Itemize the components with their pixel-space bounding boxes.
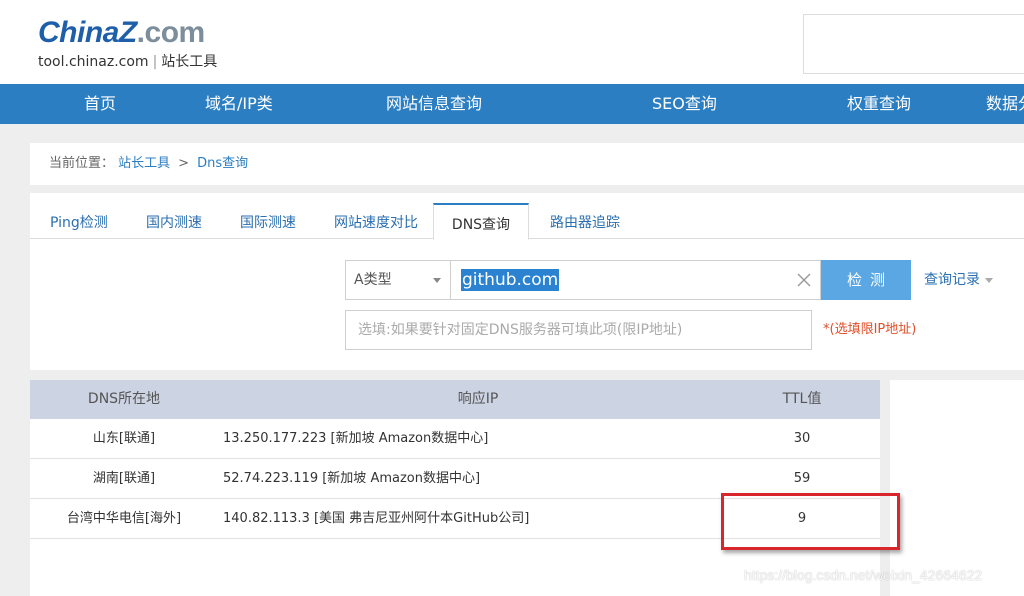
dns-server-note: *(选填限IP地址) xyxy=(823,322,917,337)
tab-ping[interactable]: Ping检测 xyxy=(50,203,108,239)
row-ip: 52.74.223.119 [新加坡 Amazon数据中心] xyxy=(223,471,481,486)
domain-input[interactable]: github.com xyxy=(450,260,821,300)
nav-item-site-info[interactable]: 网站信息查询 xyxy=(386,84,482,124)
logo-subtitle: tool.chinaz.com | 站长工具 xyxy=(38,54,218,70)
tab-domestic-speed[interactable]: 国内测速 xyxy=(146,203,202,239)
row-location: 台湾中华电信[海外] xyxy=(66,511,182,526)
column-header-location: DNS所在地 xyxy=(87,391,161,407)
query-history-label: 查询记录 xyxy=(924,272,980,288)
nav-item-domain-ip[interactable]: 域名/IP类 xyxy=(205,84,273,124)
breadcrumb-arrow: > xyxy=(178,156,190,171)
watermark-text: https://blog.csdn.net/weixin_42664622 xyxy=(744,567,983,583)
tab-speed-compare[interactable]: 网站速度对比 xyxy=(334,203,418,239)
column-header-ip: 响应IP xyxy=(457,391,499,407)
dns-server-input[interactable]: 选填:如果要针对固定DNS服务器可填此项(限IP地址) xyxy=(345,310,812,350)
column-header-ttl: TTL值 xyxy=(782,391,822,407)
results-side-panel xyxy=(890,380,1024,596)
chevron-down-icon xyxy=(985,277,993,283)
clear-icon[interactable] xyxy=(795,271,813,289)
nav-item-data[interactable]: 数据分 xyxy=(986,84,1024,124)
table-row: 山东[联通] 13.250.177.223 [新加坡 Amazon数据中心] 3… xyxy=(30,419,880,459)
check-button[interactable]: 检测 xyxy=(821,260,911,300)
ttl-highlight-annotation xyxy=(721,493,900,550)
breadcrumb-prefix: 当前位置： xyxy=(49,156,115,171)
breadcrumb: 当前位置： 站长工具 > Dns查询 xyxy=(30,143,1024,185)
header-search-box[interactable] xyxy=(803,14,1024,74)
tab-dns[interactable]: DNS查询 xyxy=(433,203,529,240)
row-location: 湖南[联通] xyxy=(92,471,156,486)
query-history-link[interactable]: 查询记录 xyxy=(924,260,993,300)
nav-item-home[interactable]: 首页 xyxy=(84,84,116,124)
nav-item-weight[interactable]: 权重查询 xyxy=(847,84,911,124)
row-ttl: 30 xyxy=(793,431,811,446)
tool-tabs: Ping检测 国内测速 国际测速 网站速度对比 DNS查询 路由器追踪 xyxy=(30,203,1024,240)
tab-international-speed[interactable]: 国际测速 xyxy=(240,203,296,239)
row-ip: 140.82.113.3 [美国 弗吉尼亚州阿什本GitHub公司] xyxy=(223,511,530,526)
row-ip: 13.250.177.223 [新加坡 Amazon数据中心] xyxy=(223,431,489,446)
query-panel: Ping检测 国内测速 国际测速 网站速度对比 DNS查询 路由器追踪 A类型 … xyxy=(30,193,1024,370)
main-nav: 首页 域名/IP类 网站信息查询 SEO查询 权重查询 数据分 xyxy=(0,84,1024,124)
breadcrumb-current-link[interactable]: Dns查询 xyxy=(197,156,248,171)
logo-wordmark: ChinaZ.com xyxy=(38,16,205,49)
record-type-value: A类型 xyxy=(354,272,392,288)
row-location: 山东[联通] xyxy=(92,431,156,446)
table-header: DNS所在地 响应IP TTL值 xyxy=(30,380,880,419)
nav-item-seo[interactable]: SEO查询 xyxy=(652,84,717,124)
chevron-down-icon xyxy=(433,278,441,283)
dns-results-table: DNS所在地 响应IP TTL值 山东[联通] 13.250.177.223 [… xyxy=(30,380,880,596)
site-header: ChinaZ.com tool.chinaz.com | 站长工具 xyxy=(0,0,1024,84)
record-type-select[interactable]: A类型 xyxy=(345,260,450,300)
tab-traceroute[interactable]: 路由器追踪 xyxy=(550,203,620,239)
breadcrumb-home-link[interactable]: 站长工具 xyxy=(118,156,170,171)
chinaz-logo[interactable]: ChinaZ.com tool.chinaz.com | 站长工具 xyxy=(38,16,217,71)
domain-input-value: github.com xyxy=(461,269,560,291)
